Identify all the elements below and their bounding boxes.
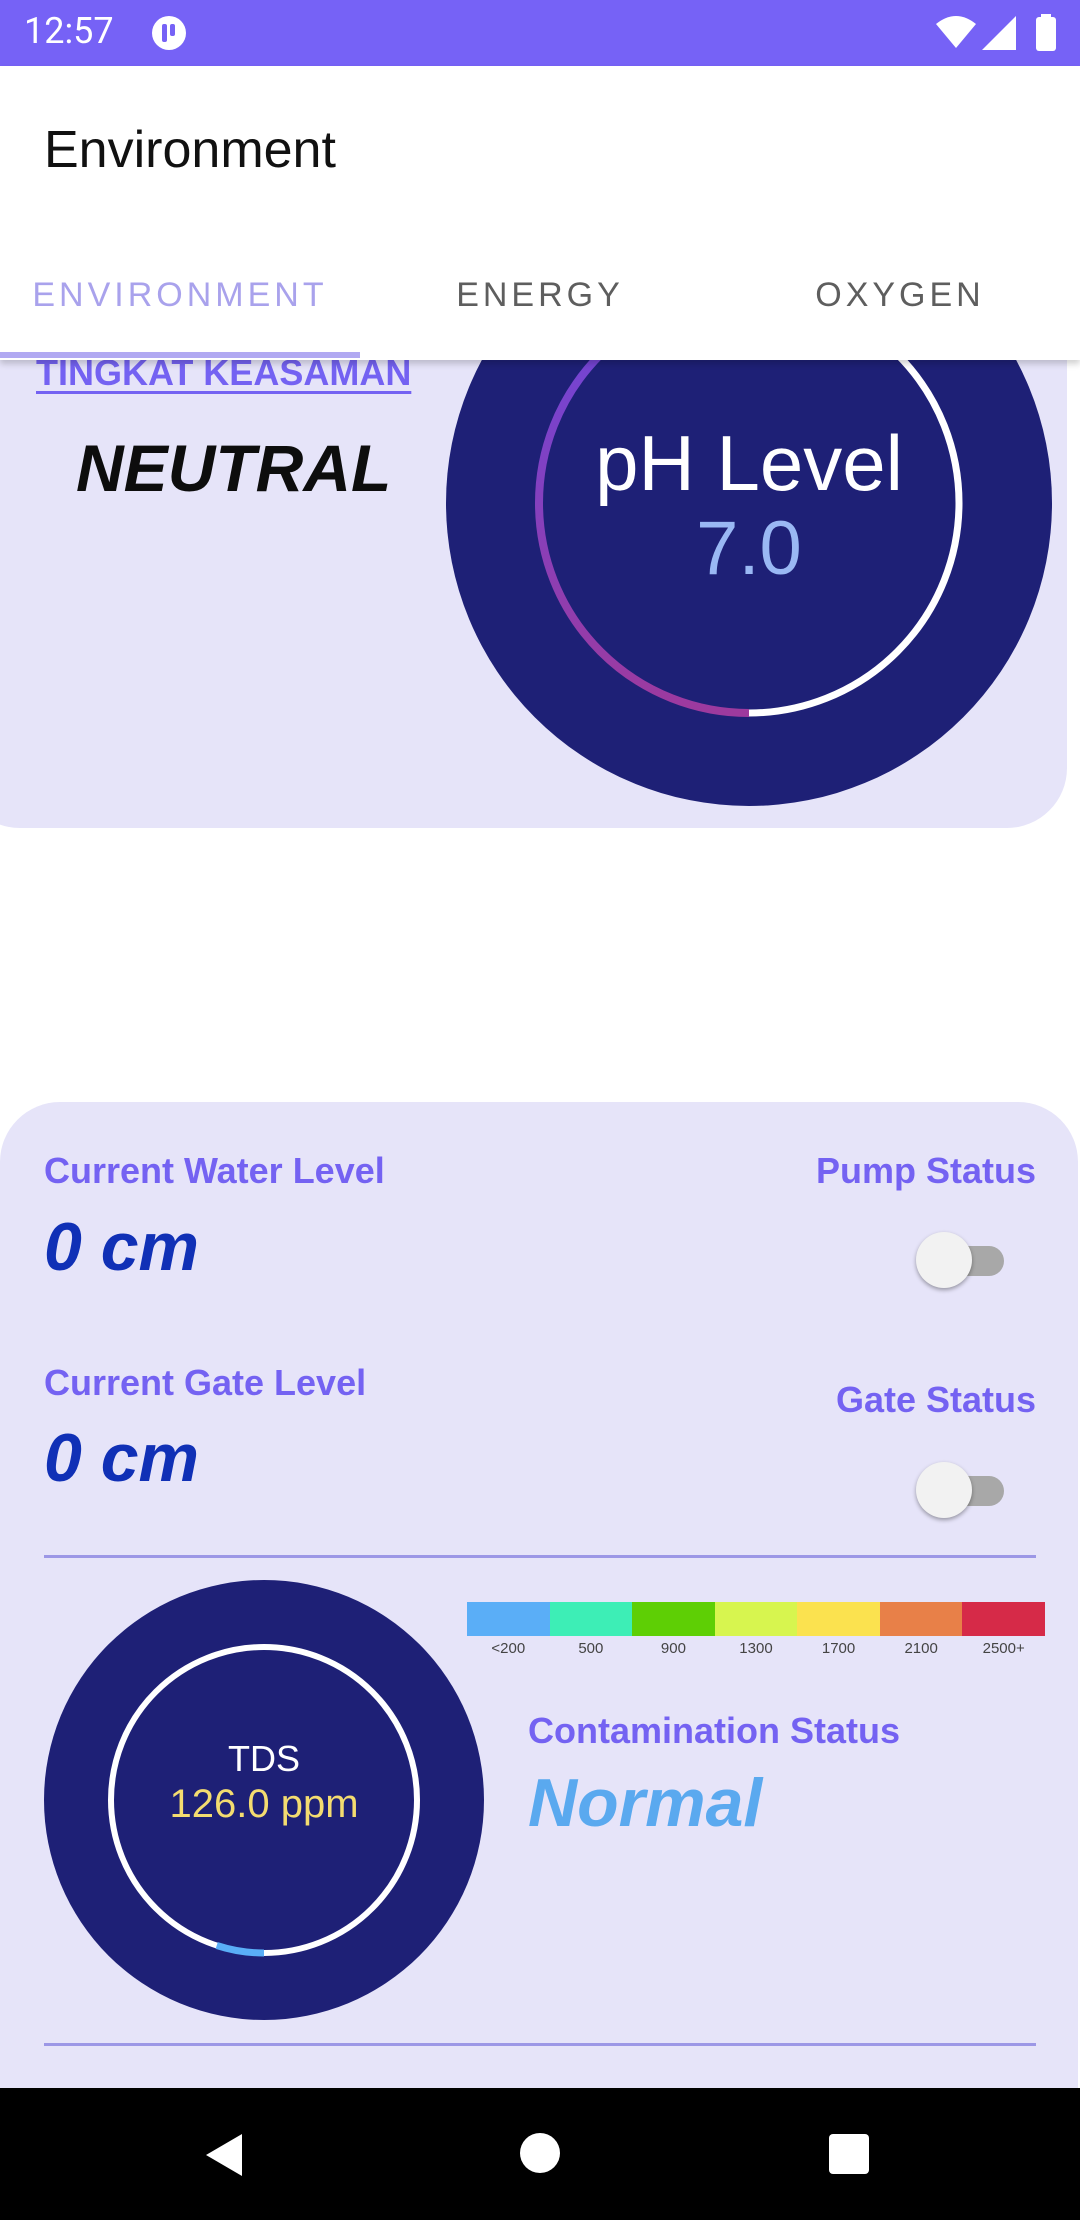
tds-scale-label: <200: [491, 1640, 526, 1657]
gate-status-toggle[interactable]: [916, 1462, 1008, 1518]
tds-scale-label: 900: [660, 1640, 686, 1657]
tab-oxygen[interactable]: OXYGEN: [720, 276, 1080, 315]
status-time: 12:57: [24, 10, 114, 52]
tds-scale-swatch: [879, 1602, 963, 1636]
pump-status-label: Pump Status: [815, 1150, 1036, 1191]
divider: [44, 1555, 1036, 1558]
tab-energy[interactable]: ENERGY: [360, 276, 720, 315]
tds-color-scale: <200 500 900 1300 1700 2100 2500+: [467, 1602, 1046, 1662]
tds-scale-label: 2500+: [982, 1640, 1025, 1657]
pump-toggle-thumb: [916, 1232, 972, 1288]
tds-value: 126.0 ppm: [169, 1782, 359, 1826]
gate-level-label: Current Gate Level: [44, 1362, 367, 1403]
app-bar: Environment ENVIRONMENT ENERGY OXYGEN: [0, 66, 1080, 360]
home-icon[interactable]: [519, 2132, 561, 2174]
ph-gauge-value: 7.0: [696, 506, 802, 591]
tds-scale-swatch: [714, 1602, 798, 1636]
tds-scale-label: 1300: [739, 1640, 773, 1657]
app-notification-icon: [152, 16, 186, 50]
water-level-value: 0 cm: [44, 1209, 199, 1285]
status-bar: 12:57: [0, 0, 1080, 66]
tds-scale-swatch: [962, 1602, 1046, 1636]
tds-scale-swatch: [467, 1602, 551, 1636]
tab-indicator: [0, 352, 360, 358]
wifi-icon: [936, 16, 976, 48]
battery-icon: [1036, 14, 1056, 51]
divider: [44, 2043, 1036, 2046]
pump-status-toggle[interactable]: [916, 1232, 1008, 1288]
tds-scale-label: 2100: [904, 1640, 938, 1657]
app-title: Environment: [44, 121, 336, 179]
tds-scale-swatch: [632, 1602, 716, 1636]
ph-status-value: NEUTRAL: [76, 431, 392, 505]
gate-status-label: Gate Status: [835, 1379, 1036, 1420]
contamination-status-value: Normal: [528, 1765, 763, 1841]
navigation-bar: [0, 2088, 1080, 2220]
back-icon[interactable]: [200, 2130, 250, 2180]
tds-scale-swatch: [797, 1602, 881, 1636]
tds-scale-label: 500: [578, 1640, 604, 1657]
water-level-label: Current Water Level: [44, 1150, 385, 1191]
contamination-status-label: Contamination Status: [528, 1710, 901, 1751]
ph-gauge-title: pH Level: [595, 419, 903, 507]
cell-signal-icon: [982, 16, 1016, 50]
tds-scale-swatch: [549, 1602, 633, 1636]
recents-icon[interactable]: [828, 2133, 870, 2175]
gate-level-value: 0 cm: [44, 1420, 199, 1496]
gate-toggle-thumb: [916, 1462, 972, 1518]
tds-label: TDS: [228, 1738, 300, 1779]
tab-environment[interactable]: ENVIRONMENT: [0, 276, 360, 315]
tds-scale-label: 1700: [821, 1640, 856, 1657]
